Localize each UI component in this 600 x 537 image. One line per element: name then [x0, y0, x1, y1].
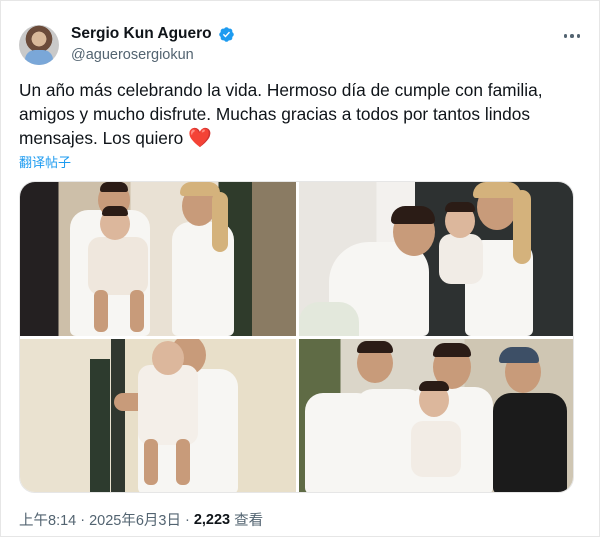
post-date[interactable]: 2025年6月3日	[89, 509, 181, 530]
post-text: Un año más celebrando la vida. Hermoso d…	[19, 79, 579, 150]
author-handle[interactable]: @aguerosergiokun	[71, 47, 194, 63]
author-name[interactable]: Sergio Kun Aguero	[71, 25, 212, 43]
meta-separator: ·	[80, 511, 86, 528]
author-avatar[interactable]	[19, 25, 59, 65]
post-meta: 上午8:14 · 2025年6月3日 · 2,223 查看	[19, 509, 263, 530]
photo-1[interactable]	[20, 182, 296, 336]
post-body: Un año más celebrando la vida. Hermoso d…	[19, 80, 543, 148]
photo-2[interactable]	[299, 182, 573, 336]
photo-3[interactable]	[20, 339, 296, 492]
views-label: 查看	[234, 513, 264, 529]
heart-emoji: ❤️	[188, 127, 212, 149]
media-grid	[19, 181, 574, 493]
more-horizontal-icon[interactable]	[561, 27, 583, 45]
verified-badge-icon	[218, 26, 234, 42]
author-name-row: Sergio Kun Aguero	[71, 25, 235, 43]
post-time[interactable]: 上午8:14	[19, 509, 76, 530]
meta-separator-2: ·	[184, 511, 190, 528]
view-count: 2,223	[193, 511, 231, 528]
translate-post-link[interactable]: 翻译帖子	[19, 152, 71, 171]
post-header: Sergio Kun Aguero @aguerosergiokun	[19, 23, 585, 67]
photo-4[interactable]	[299, 339, 573, 492]
post-card: Sergio Kun Aguero @aguerosergiokun Un añ…	[0, 0, 600, 537]
